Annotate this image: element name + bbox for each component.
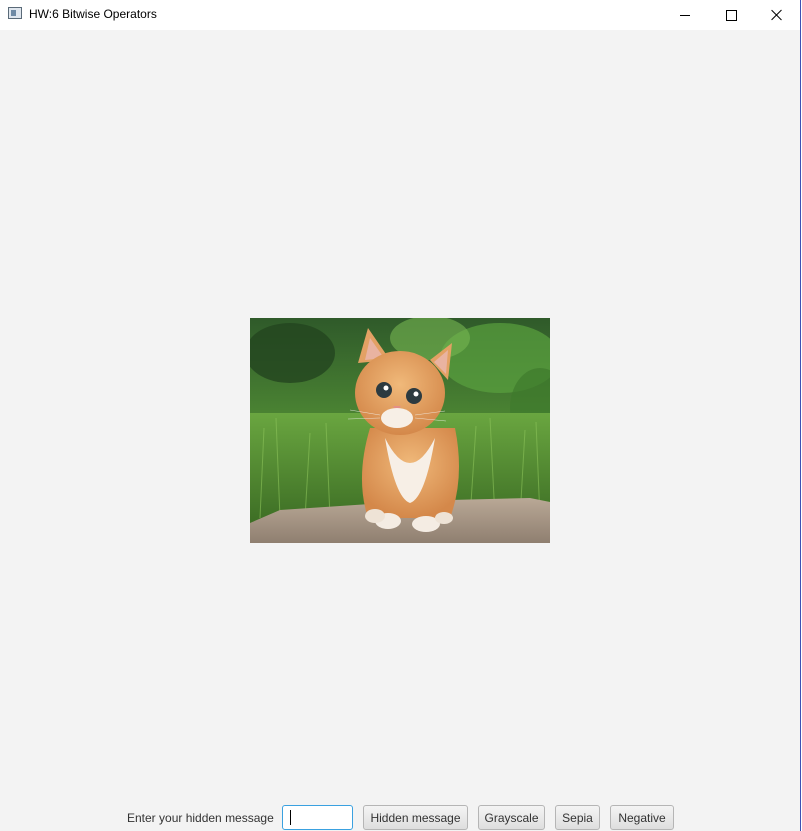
- window-title: HW:6 Bitwise Operators: [29, 7, 157, 21]
- close-icon: [771, 9, 783, 21]
- minimize-icon: [680, 14, 690, 16]
- control-bar: Enter your hidden message Hidden message…: [0, 804, 800, 831]
- app-window-icon: [8, 7, 22, 19]
- maximize-button[interactable]: [708, 0, 754, 30]
- kitten-image: [250, 318, 550, 543]
- app-window: HW:6 Bitwise Operators Enter your hidden…: [0, 0, 801, 831]
- maximize-icon: [725, 9, 737, 21]
- hidden-message-label: Enter your hidden message: [127, 811, 274, 825]
- title-bar[interactable]: HW:6 Bitwise Operators: [0, 0, 800, 30]
- hidden-message-button[interactable]: Hidden message: [363, 805, 468, 830]
- sepia-button[interactable]: Sepia: [555, 805, 600, 830]
- text-caret: [290, 810, 291, 825]
- grayscale-button[interactable]: Grayscale: [478, 805, 545, 830]
- close-button[interactable]: [754, 0, 800, 30]
- minimize-button[interactable]: [662, 0, 708, 30]
- hidden-message-input[interactable]: [282, 805, 353, 830]
- negative-button[interactable]: Negative: [610, 805, 674, 830]
